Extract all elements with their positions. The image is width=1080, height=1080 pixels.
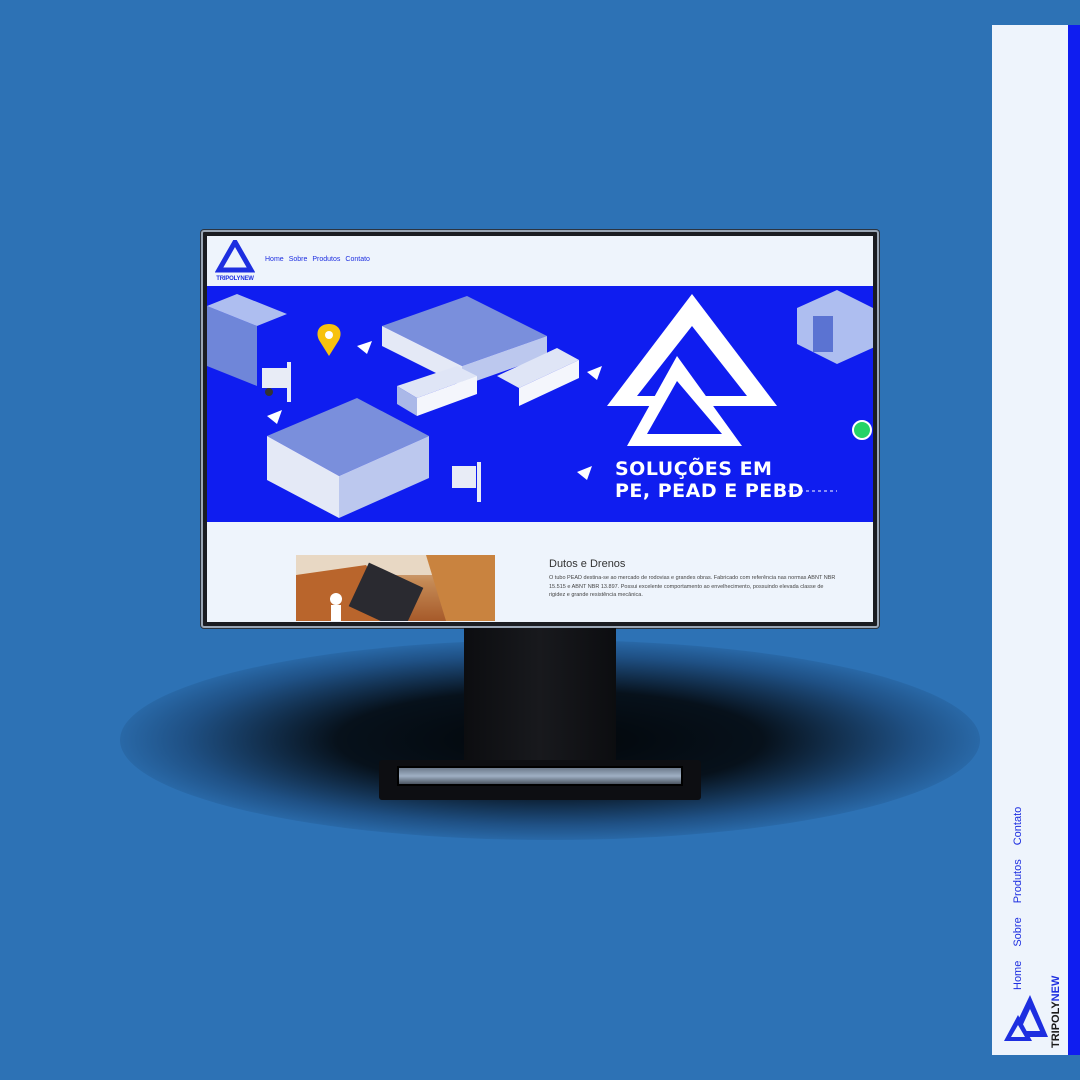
monitor: TRIPOLYNEW Home Sobre Produtos Contato S… <box>201 230 879 628</box>
nav-home[interactable]: Home <box>265 256 284 263</box>
content-section: Dutos e Drenos O tubo PEAD destina-se ao… <box>207 522 873 622</box>
nav-contato[interactable]: Contato <box>345 256 370 263</box>
website-screen: TRIPOLYNEW Home Sobre Produtos Contato S… <box>207 236 873 622</box>
side-logo-text-part1: TRIPOLY <box>1050 1001 1062 1048</box>
main-nav: Home Sobre Produtos Contato <box>265 256 370 263</box>
section-text: O tubo PEAD destina-se ao mercado de rod… <box>549 575 836 598</box>
side-mobile-preview: Home Sobre Produtos Contato TRIPOLYNEW <box>992 25 1080 1055</box>
side-logo-icon <box>1004 995 1048 1041</box>
logo-text: TRIPOLYNEW <box>216 276 254 282</box>
monitor-stand <box>464 628 616 764</box>
site-header: TRIPOLYNEW Home Sobre Produtos Contato <box>207 236 873 286</box>
monitor-base <box>379 760 701 800</box>
triangle-logo-icon <box>214 236 256 273</box>
side-logo-text: TRIPOLYNEW <box>1050 976 1062 1048</box>
nav-sobre[interactable]: Sobre <box>289 256 308 263</box>
pipe-trench-photo <box>296 555 495 621</box>
side-nav-contato[interactable]: Contato <box>1012 807 1024 846</box>
hero-title-line1: SOLUÇÕES EM <box>615 458 773 480</box>
side-nav: Home Sobre Produtos Contato <box>1012 807 1024 990</box>
whatsapp-icon[interactable] <box>852 420 872 440</box>
monitor-base-plate <box>397 766 683 786</box>
site-logo[interactable]: TRIPOLYNEW <box>214 236 256 284</box>
section-title: Dutos e Drenos <box>549 558 626 570</box>
hero-logo-icon <box>607 294 777 446</box>
side-nav-produtos[interactable]: Produtos <box>1012 859 1024 903</box>
nav-produtos[interactable]: Produtos <box>312 256 340 263</box>
side-nav-sobre[interactable]: Sobre <box>1012 917 1024 946</box>
hero-title: SOLUÇÕES EM PE, PEAD E PEBD <box>615 458 804 502</box>
photo-illustration <box>296 555 495 621</box>
hero-banner: SOLUÇÕES EM PE, PEAD E PEBD <box>207 286 873 522</box>
side-blue-strip <box>1068 25 1080 1055</box>
side-logo-text-part2: NEW <box>1050 975 1062 1002</box>
hero-title-line2: PE, PEAD E PEBD <box>615 480 804 502</box>
